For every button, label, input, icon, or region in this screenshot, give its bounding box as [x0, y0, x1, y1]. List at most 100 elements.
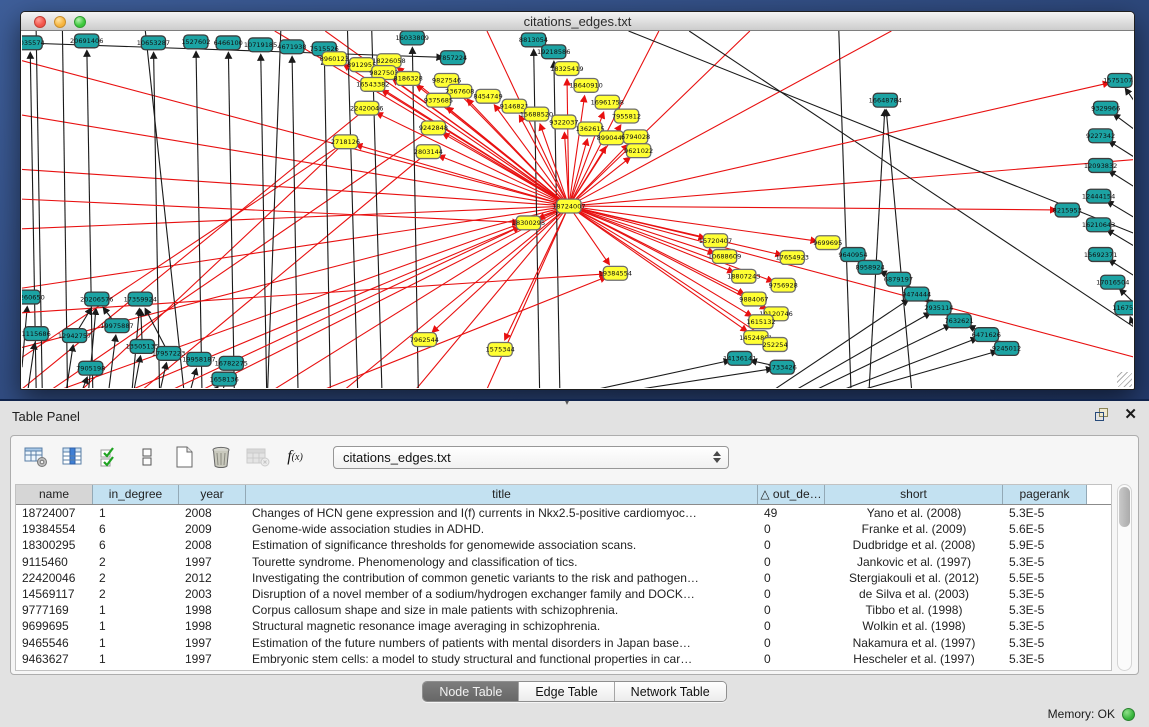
table-cell[interactable]: 9463627: [16, 651, 93, 667]
table-row[interactable]: 946362711997Embryonic stem cells: a mode…: [16, 651, 1111, 667]
graph-node[interactable]: 1527602: [181, 35, 210, 49]
table-cell[interactable]: 5.6E-5: [1003, 521, 1087, 537]
table-cell[interactable]: 5.3E-5: [1003, 586, 1087, 602]
graph-node[interactable]: 17016504: [1096, 275, 1129, 289]
table-cell[interactable]: 0: [758, 537, 825, 553]
graph-node[interactable]: 16648784: [869, 93, 902, 107]
table-cell[interactable]: 5.3E-5: [1003, 635, 1087, 651]
graph-node[interactable]: 8186328: [394, 72, 423, 86]
graph-node[interactable]: 9375685: [424, 93, 453, 107]
graph-node[interactable]: 9242848: [419, 121, 448, 135]
table-cell[interactable]: 1998: [179, 602, 246, 618]
table-cell[interactable]: 5.3E-5: [1003, 618, 1087, 634]
table-cell[interactable]: Hescheler et al. (1997): [825, 651, 1003, 667]
tab-edge-table[interactable]: Edge Table: [519, 682, 614, 701]
table-cell[interactable]: 0: [758, 521, 825, 537]
table-scrollbar-thumb[interactable]: [1119, 487, 1130, 527]
table-cell[interactable]: Franke et al. (2009): [825, 521, 1003, 537]
graph-node[interactable]: 8215953: [1053, 203, 1082, 217]
table-cell[interactable]: 14569117: [16, 586, 93, 602]
window-titlebar[interactable]: citations_edges.txt: [21, 12, 1134, 31]
graph-node[interactable]: 1167533: [1112, 301, 1133, 315]
graph-node[interactable]: 22420046: [350, 101, 383, 115]
show-hide-columns-icon[interactable]: [60, 445, 86, 469]
graph-node[interactable]: 1615132: [746, 315, 775, 329]
tab-network-table[interactable]: Network Table: [615, 682, 726, 701]
table-cell[interactable]: Genome-wide association studies in ADHD.: [246, 521, 758, 537]
graph-node[interactable]: 1115686: [22, 327, 51, 341]
graph-node[interactable]: 6794028: [621, 130, 650, 144]
table-cell[interactable]: Changes of HCN gene expression and I(f) …: [246, 505, 758, 521]
graph-node[interactable]: 19975887: [100, 319, 133, 333]
graph-node[interactable]: 2803144: [414, 145, 443, 159]
graph-node[interactable]: 1733426: [768, 360, 797, 374]
graph-node[interactable]: 18325419: [550, 62, 583, 76]
graph-node[interactable]: 4671938: [277, 40, 306, 54]
graph-node[interactable]: 6466100: [214, 36, 243, 50]
table-cell[interactable]: 2: [93, 570, 179, 586]
table-cell[interactable]: 1: [93, 635, 179, 651]
table-cell[interactable]: 49: [758, 505, 825, 521]
graph-node[interactable]: 8958924: [856, 260, 885, 274]
table-cell[interactable]: de Silva et al. (2003): [825, 586, 1003, 602]
tab-node-table[interactable]: Node Table: [423, 682, 519, 701]
table-cell[interactable]: 5.3E-5: [1003, 651, 1087, 667]
import-table-disabled-icon[interactable]: [245, 445, 271, 469]
table-cell[interactable]: Tourette syndrome. Phenomenology and cla…: [246, 554, 758, 570]
table-cell[interactable]: 1: [93, 651, 179, 667]
table-cell[interactable]: 22420046: [16, 570, 93, 586]
table-cell[interactable]: Estimation of significance thresholds fo…: [246, 537, 758, 553]
graph-node[interactable]: 9640954: [838, 248, 867, 262]
graph-node[interactable]: 18807243: [727, 269, 760, 283]
graph-node[interactable]: 9621022: [624, 144, 653, 158]
graph-node[interactable]: 9474444: [902, 287, 931, 301]
table-cell[interactable]: Disruption of a novel member of a sodium…: [246, 586, 758, 602]
graph-node[interactable]: 7857224: [438, 51, 467, 65]
citation-network-graph[interactable]: 4035574206914061065328715276026466100107…: [22, 31, 1133, 388]
table-selector-dropdown[interactable]: citations_edges.txt: [333, 446, 729, 469]
function-builder-icon[interactable]: f(x): [282, 445, 308, 469]
graph-node[interactable]: 18300295: [512, 216, 545, 230]
column-header-title[interactable]: title: [246, 485, 758, 504]
graph-node[interactable]: 2935114: [924, 301, 953, 315]
table-cell[interactable]: Nakamura et al. (1997): [825, 635, 1003, 651]
graph-node[interactable]: 9322037: [549, 115, 578, 129]
network-canvas[interactable]: 4035574206914061065328715276026466100107…: [22, 31, 1133, 388]
graph-node[interactable]: 16543382: [356, 77, 389, 91]
graph-node[interactable]: 12093832: [1084, 159, 1117, 173]
graph-node[interactable]: 6471626: [972, 328, 1001, 342]
table-cell[interactable]: 0: [758, 635, 825, 651]
table-cell[interactable]: 2: [93, 586, 179, 602]
graph-node[interactable]: 12942757: [58, 329, 91, 343]
table-cell[interactable]: 5.3E-5: [1003, 554, 1087, 570]
table-cell[interactable]: 18724007: [16, 505, 93, 521]
table-cell[interactable]: 1: [93, 505, 179, 521]
graph-node[interactable]: 9245012: [992, 342, 1021, 356]
table-cell[interactable]: 5.3E-5: [1003, 505, 1087, 521]
table-cell[interactable]: 5.3E-5: [1003, 602, 1087, 618]
table-cell[interactable]: 2008: [179, 505, 246, 521]
table-cell[interactable]: 0: [758, 618, 825, 634]
table-cell[interactable]: 0: [758, 570, 825, 586]
table-row[interactable]: 1830029562008Estimation of significance …: [16, 537, 1111, 553]
graph-node[interactable]: 7905198: [76, 361, 105, 375]
column-header-in_degree[interactable]: in_degree: [93, 485, 179, 504]
column-header-short[interactable]: short: [825, 485, 1003, 504]
table-cell[interactable]: Wolkin et al. (1998): [825, 618, 1003, 634]
graph-node[interactable]: 20206576: [80, 292, 113, 306]
table-cell[interactable]: 9699695: [16, 618, 93, 634]
table-cell[interactable]: 1: [93, 618, 179, 634]
graph-node[interactable]: 252254: [763, 338, 788, 352]
graph-node[interactable]: 16210643: [1082, 218, 1115, 232]
table-cell[interactable]: 0: [758, 651, 825, 667]
table-row[interactable]: 969969511998Structural magnetic resonanc…: [16, 618, 1111, 634]
table-cell[interactable]: 0: [758, 554, 825, 570]
table-cell[interactable]: 5.5E-5: [1003, 570, 1087, 586]
table-cell[interactable]: 2003: [179, 586, 246, 602]
graph-node[interactable]: 9227342: [1086, 129, 1115, 143]
graph-node[interactable]: 19384554: [599, 266, 632, 280]
table-cell[interactable]: Embryonic stem cells: a model to study s…: [246, 651, 758, 667]
table-cell[interactable]: 9115460: [16, 554, 93, 570]
graph-node[interactable]: 4035574: [22, 36, 45, 50]
table-cell[interactable]: 0: [758, 602, 825, 618]
